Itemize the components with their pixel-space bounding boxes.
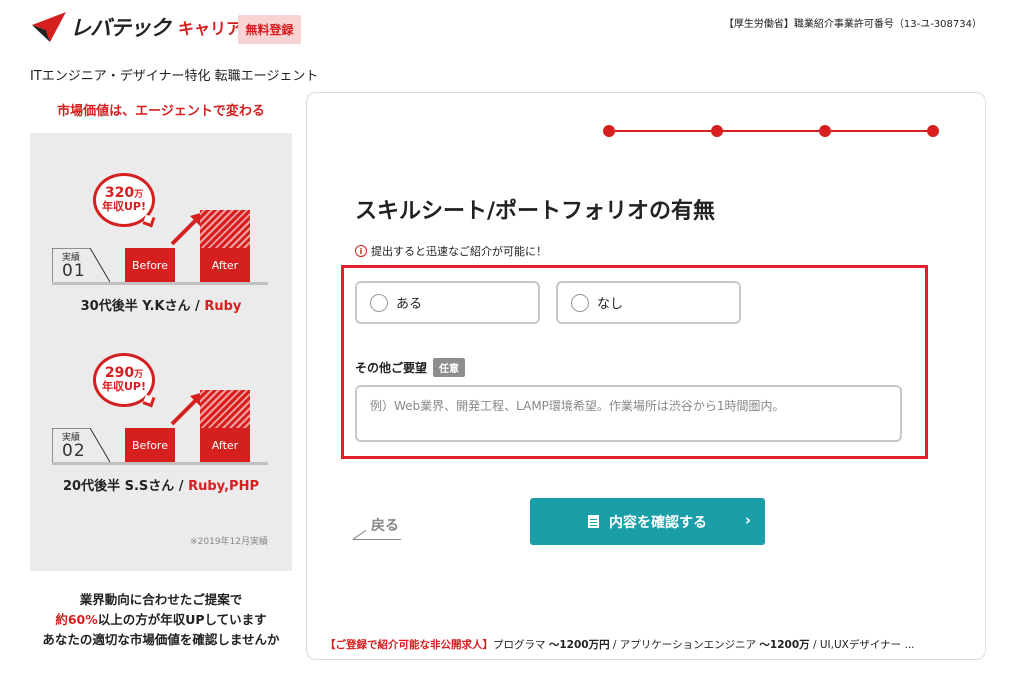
step-dot <box>603 125 615 137</box>
confirm-button[interactable]: 内容を確認する › <box>530 498 765 545</box>
chevron-right-icon: › <box>744 511 751 529</box>
step-dot <box>819 125 831 137</box>
back-label: 戻る <box>371 518 399 534</box>
record-number: 01 <box>62 261 86 281</box>
sidebar-title: 市場価値は、エージェントで変わる <box>57 104 265 119</box>
case-person: 30代後半 Y.Kさん / <box>80 299 205 314</box>
info-icon: i <box>355 245 367 257</box>
job-ticker[interactable]: 【ご登録で紹介可能な非公開求人】プログラマ 〜1200万円 / アプリケーション… <box>325 637 975 652</box>
salary-amount: 320 <box>104 185 135 201</box>
other-requests-text: その他ご要望 <box>355 361 428 375</box>
ticker-job: / アプリケーションエンジニア <box>609 639 760 651</box>
step-dot <box>711 125 723 137</box>
case-language: Ruby,PHP <box>188 479 259 494</box>
sidebar-footer: 業界動向に合わせたご提案で 約60%以上の方が年収UPしています あなたの適切な… <box>30 590 292 650</box>
case-person: 20代後半 S.Sさん / <box>62 479 189 494</box>
logo-text: レバテック <box>70 16 171 40</box>
free-register-button[interactable]: 無料登録 <box>238 15 301 44</box>
footer-text: 以上の方が年収UPしています <box>97 612 267 627</box>
progress-line <box>608 130 934 132</box>
confirm-label: 内容を確認する <box>609 514 707 531</box>
case-language: Ruby <box>204 299 242 314</box>
ticker-job: プログラマ <box>493 639 549 651</box>
progress-steps <box>603 125 939 137</box>
after-bar-increase <box>200 390 250 428</box>
bubble-tail <box>142 214 156 228</box>
bubble-tail <box>142 394 156 408</box>
step-dot <box>927 125 939 137</box>
form-card: スキルシート/ポートフォリオの有無 i 提出すると迅速なご紹介が可能に！ ある … <box>306 92 986 660</box>
back-link[interactable]: 戻る <box>352 513 401 540</box>
salary-amount: 290 <box>104 365 135 381</box>
case-study-01: 320万 年収UP! 実績 01 Before After 30代後半 Y.Kさ… <box>30 168 292 358</box>
optional-badge: 任意 <box>433 358 466 377</box>
case-name: 30代後半 Y.Kさん / Ruby <box>30 295 292 314</box>
brand-logo[interactable]: レバテック キャリア <box>30 10 242 44</box>
radio-circle-icon <box>571 293 589 312</box>
radio-label: なし <box>597 297 624 312</box>
after-bar: After <box>200 428 250 462</box>
radio-label: ある <box>396 297 423 312</box>
case-study-panel: 320万 年収UP! 実績 01 Before After 30代後半 Y.Kさ… <box>30 133 292 571</box>
radio-option-yes[interactable]: ある <box>355 281 540 324</box>
record-number: 02 <box>62 441 86 461</box>
after-bar-increase <box>200 210 250 248</box>
record-date-note: ※2019年12月実績 <box>190 537 268 547</box>
radio-option-no[interactable]: なし <box>556 281 741 324</box>
radio-circle-icon <box>370 293 388 312</box>
salary-up-label: 年収UP! <box>101 379 146 393</box>
salary-up-label: 年収UP! <box>101 199 146 213</box>
footer-highlight: 約60% <box>55 612 98 627</box>
case-name: 20代後半 S.Sさん / Ruby,PHP <box>30 475 292 494</box>
back-slash-icon <box>352 530 367 540</box>
question-note: i 提出すると迅速なご紹介が可能に！ <box>355 243 547 259</box>
case-study-02: 290万 年収UP! 実績 02 Before After 20代後半 S.Sさ… <box>30 348 292 538</box>
after-bar: After <box>200 248 250 282</box>
question-title: スキルシート/ポートフォリオの有無 <box>355 199 716 224</box>
tagline: ITエンジニア・デザイナー特化 転職エージェント <box>30 69 319 84</box>
logo-sub: キャリア <box>178 19 243 38</box>
ticker-job: / UI,UXデザイナー ... <box>809 639 915 651</box>
footer-line: 業界動向に合わせたご提案で <box>79 592 243 607</box>
other-requests-input[interactable] <box>355 385 902 442</box>
before-bar: Before <box>125 428 175 462</box>
chart-baseline <box>52 282 268 285</box>
question-note-text: 提出すると迅速なご紹介が可能に！ <box>371 245 547 258</box>
license-number: 【厚生労働省】職業紹介事業許可番号（13-ユ-308734） <box>723 19 982 30</box>
ticker-salary: 〜1200万円 <box>548 639 610 651</box>
other-requests-label: その他ご要望 任意 <box>355 358 466 377</box>
chart-baseline <box>52 462 268 465</box>
footer-line: あなたの適切な市場価値を確認しませんか <box>42 632 280 647</box>
document-icon <box>588 515 599 528</box>
before-bar: Before <box>125 248 175 282</box>
salary-unit: 万 <box>134 370 144 380</box>
logo-mark-icon <box>32 12 66 42</box>
footer-line: 約60%以上の方が年収UPしています <box>30 610 292 630</box>
ticker-salary: 〜1200万 <box>759 639 810 651</box>
salary-unit: 万 <box>134 190 144 200</box>
ticker-lead: 【ご登録で紹介可能な非公開求人】 <box>325 639 493 651</box>
